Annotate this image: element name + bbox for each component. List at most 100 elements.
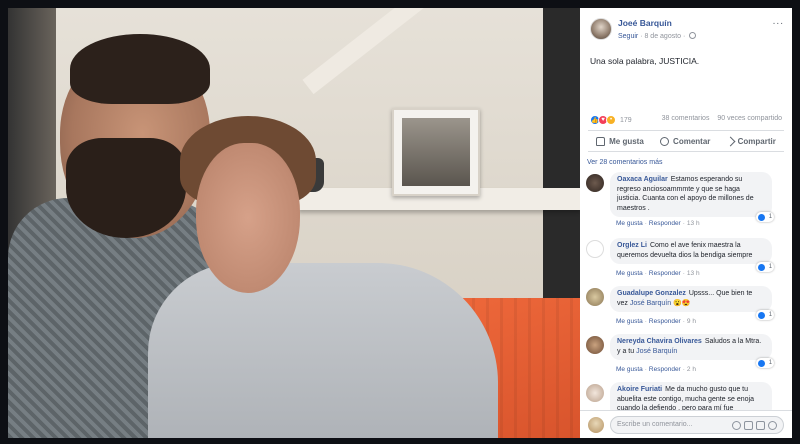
comment-reaction-badge[interactable]: 1 xyxy=(756,358,774,368)
separator: · xyxy=(682,366,685,373)
like-reaction-icon xyxy=(757,213,765,221)
commenter-avatar[interactable] xyxy=(586,336,604,354)
comment-reply-link[interactable]: Responder xyxy=(649,270,681,277)
commenter-name[interactable]: Orglez Li xyxy=(617,242,647,249)
wow-reaction-icon: • xyxy=(606,115,616,125)
comment-reaction-count: 1 xyxy=(768,360,773,366)
commenter-avatar[interactable] xyxy=(586,174,604,192)
comment-emoji: 😮😍 xyxy=(673,299,691,307)
comment-mention[interactable]: José Barquín xyxy=(636,348,677,355)
post-actions-bar: Me gusta Comentar Compartir xyxy=(588,130,784,152)
like-button-label: Me gusta xyxy=(609,136,644,146)
commenter-name[interactable]: Oaxaca Aguilar xyxy=(617,176,668,183)
comment-bubble: Orglez Li Como el ave fenix maestra la qu… xyxy=(610,238,772,264)
comment-actions: Me gusta · Responder · 9 h xyxy=(616,318,696,325)
composer-icons xyxy=(732,421,777,430)
share-arrow-icon xyxy=(725,136,736,146)
gif-icon[interactable] xyxy=(756,421,765,430)
comment-bubble: Guadalupe Gonzalez Upsss... Que bien te v… xyxy=(610,286,772,312)
comment-like-link[interactable]: Me gusta xyxy=(616,318,643,325)
comment-reaction-badge[interactable]: 1 xyxy=(756,212,774,222)
comments-count-link[interactable]: 38 comentarios xyxy=(662,115,710,122)
commenter-avatar[interactable] xyxy=(586,240,604,258)
comment-reaction-count: 1 xyxy=(768,214,773,220)
comment-actions: Me gusta · Responder · 13 h xyxy=(616,270,700,277)
post-photo[interactable] xyxy=(8,8,580,438)
separator: · xyxy=(682,220,685,227)
comment-input[interactable]: Escribe un comentario... xyxy=(610,416,784,434)
separator: · xyxy=(644,270,647,277)
comment-like-link[interactable]: Me gusta xyxy=(616,270,643,277)
emoji-icon[interactable] xyxy=(732,421,741,430)
comment-button-label: Comentar xyxy=(673,136,711,146)
comment-reply-link[interactable]: Responder xyxy=(649,366,681,373)
sticker-icon[interactable] xyxy=(768,421,777,430)
author-name[interactable]: Joeé Barquín xyxy=(618,18,672,28)
comment-time[interactable]: 2 h xyxy=(687,366,696,373)
comments-list: Ver 28 comentarios más Oaxaca Aguilar Est… xyxy=(580,154,792,418)
comment-button[interactable]: Comentar xyxy=(660,136,711,146)
comment-reaction-count: 1 xyxy=(768,264,773,270)
comment-item: Oaxaca Aguilar Estamos esperando su regre… xyxy=(586,172,782,230)
comment-item: Nereyda Chavira Olivares Saludos a la Mtr… xyxy=(586,334,782,376)
comment-bubble: Oaxaca Aguilar Estamos esperando su regre… xyxy=(610,172,772,217)
photo-picture-frame xyxy=(392,108,480,196)
post-meta: Seguir · 8 de agosto · xyxy=(618,32,697,40)
meta-separator-2: · xyxy=(683,33,688,40)
separator: · xyxy=(644,366,647,373)
post-date[interactable]: 8 de agosto xyxy=(644,33,681,40)
commenter-name[interactable]: Nereyda Chavira Olivares xyxy=(617,338,702,345)
more-options-icon[interactable]: ... xyxy=(773,16,784,27)
photo-woman-top xyxy=(148,263,498,438)
like-reaction-icon xyxy=(757,359,765,367)
comment-reaction-count: 1 xyxy=(768,312,773,318)
comment-actions: Me gusta · Responder · 2 h xyxy=(616,366,696,373)
separator: · xyxy=(644,220,647,227)
separator: · xyxy=(682,270,685,277)
follow-link[interactable]: Seguir xyxy=(618,33,638,40)
like-button[interactable]: Me gusta xyxy=(596,136,644,146)
author-avatar[interactable] xyxy=(590,18,612,40)
like-reaction-icon xyxy=(757,263,765,271)
post-counts: 38 comentarios 90 veces compartido xyxy=(662,115,782,122)
comment-item: Orglez Li Como el ave fenix maestra la qu… xyxy=(586,238,782,280)
camera-icon[interactable] xyxy=(744,421,753,430)
like-reaction-icon xyxy=(757,311,765,319)
comment-composer: Escribe un comentario... xyxy=(580,410,792,438)
post-header: Joeé Barquín Seguir · 8 de agosto · ... xyxy=(580,8,792,52)
commenter-name[interactable]: Guadalupe Gonzalez xyxy=(617,290,686,297)
comment-bubble: Nereyda Chavira Olivares Saludos a la Mtr… xyxy=(610,334,772,360)
shares-count-link[interactable]: 90 veces compartido xyxy=(717,115,782,122)
photo-woman-face xyxy=(196,143,300,293)
thumbs-up-icon xyxy=(596,136,606,146)
comment-reaction-badge[interactable]: 1 xyxy=(756,262,774,272)
photo-man-beard xyxy=(66,138,186,238)
comment-time[interactable]: 13 h xyxy=(687,270,700,277)
comment-like-link[interactable]: Me gusta xyxy=(616,220,643,227)
photo-picture-frame-image xyxy=(402,118,470,186)
viewer-avatar xyxy=(588,417,604,433)
commenter-avatar[interactable] xyxy=(586,288,604,306)
separator: · xyxy=(644,318,647,325)
share-button[interactable]: Compartir xyxy=(725,136,776,146)
comment-mention[interactable]: José Barquín xyxy=(630,300,671,307)
photo-dark-panel xyxy=(543,8,580,308)
comment-actions: Me gusta · Responder · 13 h xyxy=(616,220,700,227)
comment-reply-link[interactable]: Responder xyxy=(649,220,681,227)
comment-icon xyxy=(660,136,670,146)
commenter-name[interactable]: Akoire Furiati xyxy=(617,386,662,393)
view-more-comments-link[interactable]: Ver 28 comentarios más xyxy=(587,159,662,166)
reactions-summary[interactable]: 👍 ♥ • 179 xyxy=(590,114,632,126)
photo-man-hair xyxy=(70,34,210,104)
comment-time[interactable]: 13 h xyxy=(687,220,700,227)
comment-reaction-badge[interactable]: 1 xyxy=(756,310,774,320)
globe-icon xyxy=(689,32,697,39)
comment-input-placeholder: Escribe un comentario... xyxy=(617,421,693,428)
separator: · xyxy=(682,318,685,325)
comment-time[interactable]: 9 h xyxy=(687,318,696,325)
comment-reply-link[interactable]: Responder xyxy=(649,318,681,325)
post-side-panel: Joeé Barquín Seguir · 8 de agosto · ... … xyxy=(580,8,792,438)
comment-like-link[interactable]: Me gusta xyxy=(616,366,643,373)
comment-item: Guadalupe Gonzalez Upsss... Que bien te v… xyxy=(586,286,782,328)
commenter-avatar[interactable] xyxy=(586,384,604,402)
